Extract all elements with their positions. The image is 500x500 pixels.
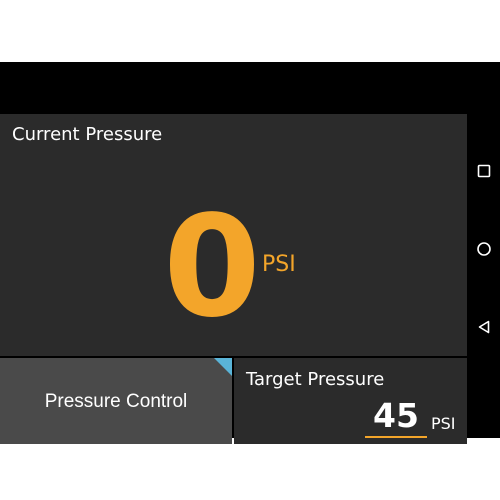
recents-button[interactable] — [475, 162, 493, 180]
current-pressure-value: 0 — [163, 186, 261, 349]
pressure-control-button[interactable]: Pressure Control — [0, 358, 232, 444]
home-button[interactable] — [475, 240, 493, 258]
target-pressure-unit: PSI — [431, 414, 456, 433]
target-pressure-input[interactable]: 45 — [365, 398, 427, 438]
triangle-back-icon — [478, 320, 490, 334]
target-pressure-panel: Target Pressure 45 PSI — [234, 358, 467, 444]
back-button[interactable] — [475, 318, 493, 336]
corner-indicator-icon — [214, 358, 232, 376]
navigation-bar — [467, 62, 500, 438]
current-pressure-label: Current Pressure — [12, 124, 163, 145]
device-screen: Current Pressure 0 PSI Pressure Control … — [0, 62, 500, 444]
pressure-control-label: Pressure Control — [44, 391, 188, 412]
target-pressure-value: 45 — [373, 396, 419, 435]
current-pressure-unit: PSI — [262, 252, 296, 277]
circle-icon — [477, 242, 491, 256]
target-pressure-label: Target Pressure — [246, 369, 385, 390]
square-icon — [477, 164, 491, 178]
